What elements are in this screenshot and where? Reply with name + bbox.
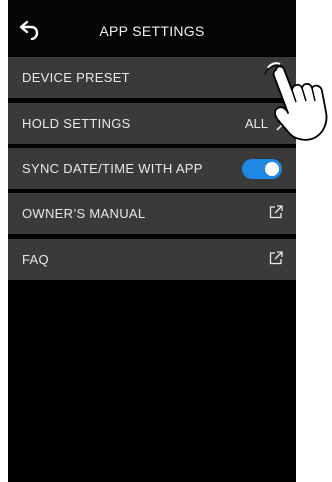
chevron-right-icon: [276, 117, 285, 131]
owners-manual-row[interactable]: OWNER’S MANUAL: [8, 193, 296, 234]
chevron-right-icon: [276, 71, 285, 85]
faq-label: FAQ: [22, 252, 49, 267]
toggle-knob: [265, 162, 279, 176]
hold-settings-value: ALL: [244, 116, 268, 131]
sync-datetime-toggle[interactable]: [242, 159, 282, 179]
faq-row[interactable]: FAQ: [8, 239, 296, 280]
external-link-icon: [269, 205, 283, 219]
owners-manual-label: OWNER’S MANUAL: [22, 206, 146, 221]
hold-settings-label: HOLD SETTINGS: [22, 116, 131, 131]
app-settings-screen: APP SETTINGS DEVICE PRESET HOLD SETTINGS…: [8, 0, 296, 482]
page-title: APP SETTINGS: [99, 23, 205, 39]
device-preset-row[interactable]: DEVICE PRESET: [8, 57, 296, 98]
device-preset-label: DEVICE PRESET: [22, 70, 130, 85]
header-bar: APP SETTINGS: [8, 0, 296, 56]
hold-settings-row[interactable]: HOLD SETTINGS ALL: [8, 103, 296, 144]
external-link-icon: [269, 251, 283, 265]
sync-datetime-row: SYNC DATE/TIME WITH APP: [8, 148, 296, 189]
sync-datetime-label: SYNC DATE/TIME WITH APP: [22, 161, 203, 176]
